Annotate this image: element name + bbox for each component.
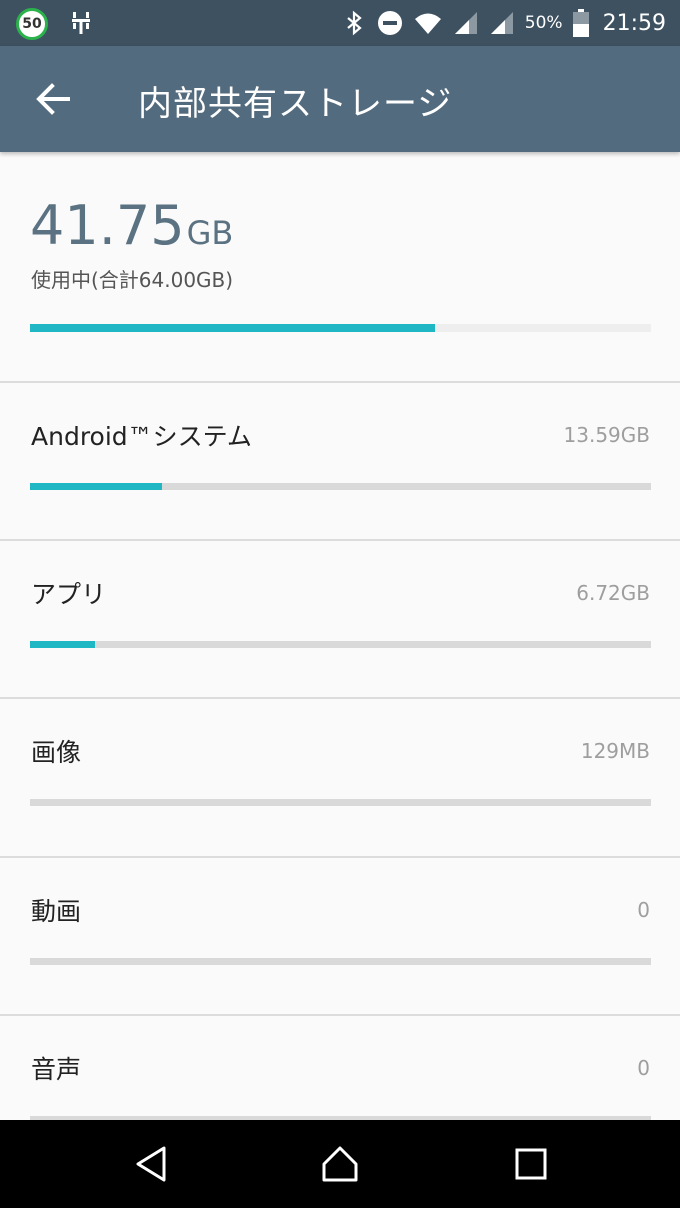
arrow-left-icon[interactable] [28,75,76,123]
storage-usage-bar [30,324,651,332]
category-size: 0 [637,1056,650,1080]
status-bar: 50 50% 21:59 [0,0,680,46]
category-usage-fill [30,641,96,648]
recents-icon[interactable] [511,1144,551,1184]
back-triangle-icon[interactable] [132,1144,172,1184]
category-label: アプリ [31,580,107,609]
category-label: 動画 [31,897,82,926]
storage-summary: 41.75GB 使用中(合計64.00GB) [0,152,680,382]
category-usage-bar [30,641,651,648]
signal-icon [454,12,477,34]
category-size: 13.59GB [563,423,650,447]
used-number: 41.75 [30,194,185,257]
category-usage-bar [30,799,651,806]
category-row-images[interactable]: 画像 129MB [0,697,680,855]
usb-icon [72,12,90,34]
category-label: 画像 [31,738,82,767]
category-size: 0 [637,898,650,922]
notification-badge: 50 [16,8,48,40]
page-title: 内部共有ストレージ [138,84,453,124]
navigation-bar [0,1120,680,1208]
signal-icon-2 [490,12,513,34]
category-size: 6.72GB [576,581,650,605]
used-amount: 41.75GB [30,194,233,257]
category-usage-fill [30,483,162,490]
category-label: Android™システム [31,422,252,451]
clock: 21:59 [602,10,666,36]
home-icon[interactable] [320,1144,360,1184]
used-caption: 使用中(合計64.00GB) [31,268,234,292]
storage-usage-fill [30,324,435,332]
category-row-android-system[interactable]: Android™システム 13.59GB [0,381,680,539]
used-unit: GB [186,214,234,252]
category-row-videos[interactable]: 動画 0 [0,856,680,1014]
bluetooth-icon [347,10,362,36]
battery-icon [572,9,589,37]
category-label: 音声 [31,1055,82,1084]
battery-percentage: 50% [524,13,563,33]
do-not-disturb-icon [377,11,402,35]
category-size: 129MB [580,739,650,763]
category-usage-bar [30,958,651,965]
wifi-icon [414,13,441,34]
category-row-apps[interactable]: アプリ 6.72GB [0,539,680,697]
category-usage-bar [30,483,651,490]
app-bar: 内部共有ストレージ [0,46,680,152]
